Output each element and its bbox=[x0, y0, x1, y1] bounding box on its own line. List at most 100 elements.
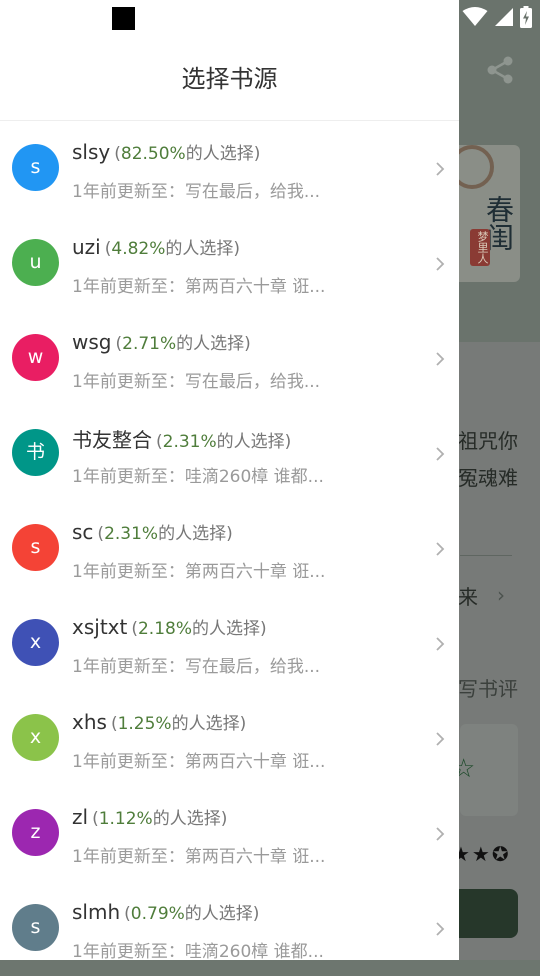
latest-chapter-title: 第两百六十章 诳... bbox=[184, 752, 326, 772]
latest-chapter-title: 写在最后，给我... bbox=[184, 372, 321, 392]
source-percentage: (4.82%的人选择) bbox=[104, 239, 241, 259]
source-name-line: sc (2.31%的人选择) bbox=[72, 519, 233, 544]
update-prefix: 1年前更新至： bbox=[72, 752, 185, 772]
chevron-right-icon bbox=[436, 352, 445, 366]
source-percentage: (2.31%的人选择) bbox=[156, 432, 292, 452]
source-latest-chapter: 1年前更新至：第两百六十章 诳... bbox=[72, 842, 325, 867]
notification-icon bbox=[112, 7, 135, 30]
percentage-suffix: 的人选择 bbox=[152, 809, 221, 829]
source-name-line: zl (1.12%的人选择) bbox=[72, 804, 227, 829]
source-latest-chapter: 1年前更新至：写在最后，给我... bbox=[72, 652, 320, 677]
write-review-label[interactable]: 写书评 bbox=[458, 673, 518, 702]
update-prefix: 1年前更新至： bbox=[72, 657, 185, 677]
source-latest-chapter: 1年前更新至：第两百六十章 诳... bbox=[72, 557, 325, 582]
percentage-value: 0.79% bbox=[130, 904, 185, 924]
wifi-icon bbox=[462, 7, 488, 26]
source-percentage: (1.12%的人选择) bbox=[92, 809, 228, 829]
source-name: sc bbox=[72, 520, 94, 544]
source-avatar: u bbox=[12, 239, 59, 286]
chevron-right-icon bbox=[436, 637, 445, 651]
chevron-right-icon bbox=[436, 732, 445, 746]
latest-chapter-title: 第两百六十章 诳... bbox=[184, 562, 326, 582]
update-prefix: 1年前更新至： bbox=[72, 277, 185, 297]
source-latest-chapter: 1年前更新至：第两百六十章 诳... bbox=[72, 747, 325, 772]
source-name: zl bbox=[72, 805, 89, 829]
latest-chapter-title: 写在最后，给我... bbox=[184, 182, 321, 202]
percentage-suffix: 的人选择 bbox=[171, 714, 240, 734]
chapter-link[interactable]: 来 bbox=[458, 581, 478, 610]
source-name-line: uzi (4.82%的人选择) bbox=[72, 234, 240, 259]
percentage-suffix: 的人选择 bbox=[184, 904, 253, 924]
cellular-signal-icon bbox=[495, 8, 513, 26]
source-item[interactable]: x xsjtxt (2.18%的人选择) 1年前更新至：写在最后，给我... bbox=[0, 596, 459, 691]
percentage-value: 2.31% bbox=[162, 432, 217, 452]
source-item[interactable]: s sc (2.31%的人选择) 1年前更新至：第两百六十章 诳... bbox=[0, 501, 459, 596]
source-percentage: (2.18%的人选择) bbox=[131, 619, 267, 639]
percentage-suffix: 的人选择 bbox=[185, 144, 254, 164]
source-percentage: (1.25%的人选择) bbox=[110, 714, 247, 734]
update-prefix: 1年前更新至： bbox=[72, 182, 185, 202]
percentage-value: 1.12% bbox=[98, 809, 153, 829]
update-prefix: 1年前更新至： bbox=[72, 847, 185, 867]
source-avatar: s bbox=[12, 524, 59, 571]
source-name: uzi bbox=[72, 235, 101, 259]
source-latest-chapter: 1年前更新至：哇滴260樟 谁都... bbox=[72, 462, 324, 487]
percentage-value: 4.82% bbox=[111, 239, 166, 259]
update-prefix: 1年前更新至： bbox=[72, 372, 185, 392]
percentage-value: 82.50% bbox=[120, 144, 186, 164]
source-avatar: s bbox=[12, 144, 59, 191]
source-item[interactable]: w wsg (2.71%的人选择) 1年前更新至：写在最后，给我... bbox=[0, 311, 459, 406]
source-item[interactable]: s slmh (0.79%的人选择) 1年前更新至：哇滴260樟 谁都... bbox=[0, 881, 459, 976]
latest-chapter-title: 写在最后，给我... bbox=[184, 657, 321, 677]
percentage-suffix: 的人选择 bbox=[192, 619, 260, 639]
share-icon[interactable] bbox=[484, 54, 516, 86]
source-name: slmh bbox=[72, 900, 121, 924]
source-item[interactable]: z zl (1.12%的人选择) 1年前更新至：第两百六十章 诳... bbox=[0, 786, 459, 881]
source-name: wsg bbox=[72, 330, 112, 354]
source-item[interactable]: u uzi (4.82%的人选择) 1年前更新至：第两百六十章 诳... bbox=[0, 216, 459, 311]
source-avatar: x bbox=[12, 619, 59, 666]
battery-charging-icon bbox=[520, 6, 532, 28]
source-avatar: 书 bbox=[12, 429, 59, 476]
source-avatar: x bbox=[12, 714, 59, 761]
source-name: xhs bbox=[72, 710, 107, 734]
source-name-line: slmh (0.79%的人选择) bbox=[72, 899, 259, 924]
source-latest-chapter: 1年前更新至：写在最后，给我... bbox=[72, 367, 320, 392]
percentage-suffix: 的人选择 bbox=[216, 432, 285, 452]
rating-stars-icon: ★★✪ bbox=[452, 842, 511, 866]
source-name-line: wsg (2.71%的人选择) bbox=[72, 329, 251, 354]
update-prefix: 1年前更新至： bbox=[72, 942, 185, 962]
cover-subtitle: 梦里人 bbox=[470, 229, 490, 266]
source-drawer: 选择书源 s slsy (82.50%的人选择) 1年前更新至：写在最后，给我..… bbox=[0, 0, 459, 962]
source-name-line: slsy (82.50%的人选择) bbox=[72, 139, 260, 164]
update-prefix: 1年前更新至： bbox=[72, 562, 185, 582]
source-percentage: (2.71%的人选择) bbox=[115, 334, 251, 354]
status-bar bbox=[0, 0, 540, 38]
latest-chapter-title: 哇滴260樟 谁都... bbox=[184, 467, 324, 487]
source-name: slsy bbox=[72, 140, 111, 164]
background-divider bbox=[460, 555, 512, 556]
chevron-right-icon bbox=[436, 447, 445, 461]
source-latest-chapter: 1年前更新至：写在最后，给我... bbox=[72, 177, 320, 202]
latest-chapter-title: 第两百六十章 诳... bbox=[184, 847, 326, 867]
source-name: 书友整合 bbox=[72, 428, 152, 452]
status-icons bbox=[462, 6, 532, 28]
percentage-suffix: 的人选择 bbox=[165, 239, 234, 259]
update-prefix: 1年前更新至： bbox=[72, 467, 185, 487]
source-list: s slsy (82.50%的人选择) 1年前更新至：写在最后，给我... u u… bbox=[0, 121, 459, 976]
drawer-title: 选择书源 bbox=[181, 65, 278, 93]
percentage-value: 2.18% bbox=[137, 619, 192, 639]
chevron-right-icon bbox=[436, 542, 445, 556]
source-item[interactable]: 书 书友整合 (2.31%的人选择) 1年前更新至：哇滴260樟 谁都... bbox=[0, 406, 459, 501]
source-name-line: xhs (1.25%的人选择) bbox=[72, 709, 246, 734]
percentage-value: 2.31% bbox=[104, 524, 159, 544]
source-item[interactable]: s slsy (82.50%的人选择) 1年前更新至：写在最后，给我... bbox=[0, 121, 459, 216]
source-avatar: z bbox=[12, 809, 59, 856]
source-latest-chapter: 1年前更新至：哇滴260樟 谁都... bbox=[72, 937, 324, 962]
source-percentage: (2.31%的人选择) bbox=[97, 524, 233, 544]
latest-chapter-title: 第两百六十章 诳... bbox=[184, 277, 326, 297]
chevron-right-icon bbox=[436, 827, 445, 841]
source-name-line: xsjtxt (2.18%的人选择) bbox=[72, 614, 267, 639]
source-latest-chapter: 1年前更新至：第两百六十章 诳... bbox=[72, 272, 325, 297]
source-item[interactable]: x xhs (1.25%的人选择) 1年前更新至：第两百六十章 诳... bbox=[0, 691, 459, 786]
